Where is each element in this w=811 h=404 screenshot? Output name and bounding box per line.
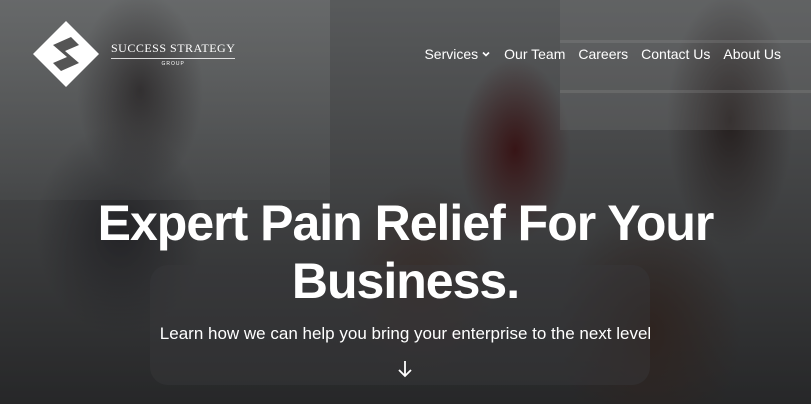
- nav-services-label: Services: [424, 46, 479, 62]
- hero-section: SUCCESS STRATEGY GROUP Services Our Team…: [0, 0, 811, 404]
- chevron-down-icon: [482, 51, 490, 57]
- arrow-down-icon[interactable]: [396, 358, 414, 380]
- hero-headline: Expert Pain Relief For Your Business.: [0, 194, 811, 310]
- main-nav: Services Our Team Careers Contact Us Abo…: [424, 46, 781, 62]
- brand-logo[interactable]: SUCCESS STRATEGY GROUP: [31, 19, 236, 89]
- brand-sub: GROUP: [111, 58, 236, 67]
- hero-headline-line2: Business.: [291, 253, 520, 309]
- hero-headline-line1: Expert Pain Relief For Your: [97, 195, 715, 251]
- nav-careers[interactable]: Careers: [578, 46, 628, 62]
- brand-name: SUCCESS STRATEGY: [111, 41, 236, 55]
- nav-contact-us[interactable]: Contact Us: [641, 46, 710, 62]
- nav-about-us[interactable]: About Us: [723, 46, 781, 62]
- stylized-s-diamond-icon: [33, 21, 99, 87]
- nav-our-team[interactable]: Our Team: [504, 46, 565, 62]
- hero-subtitle: Learn how we can help you bring your ent…: [159, 324, 652, 343]
- nav-services[interactable]: Services: [424, 46, 491, 62]
